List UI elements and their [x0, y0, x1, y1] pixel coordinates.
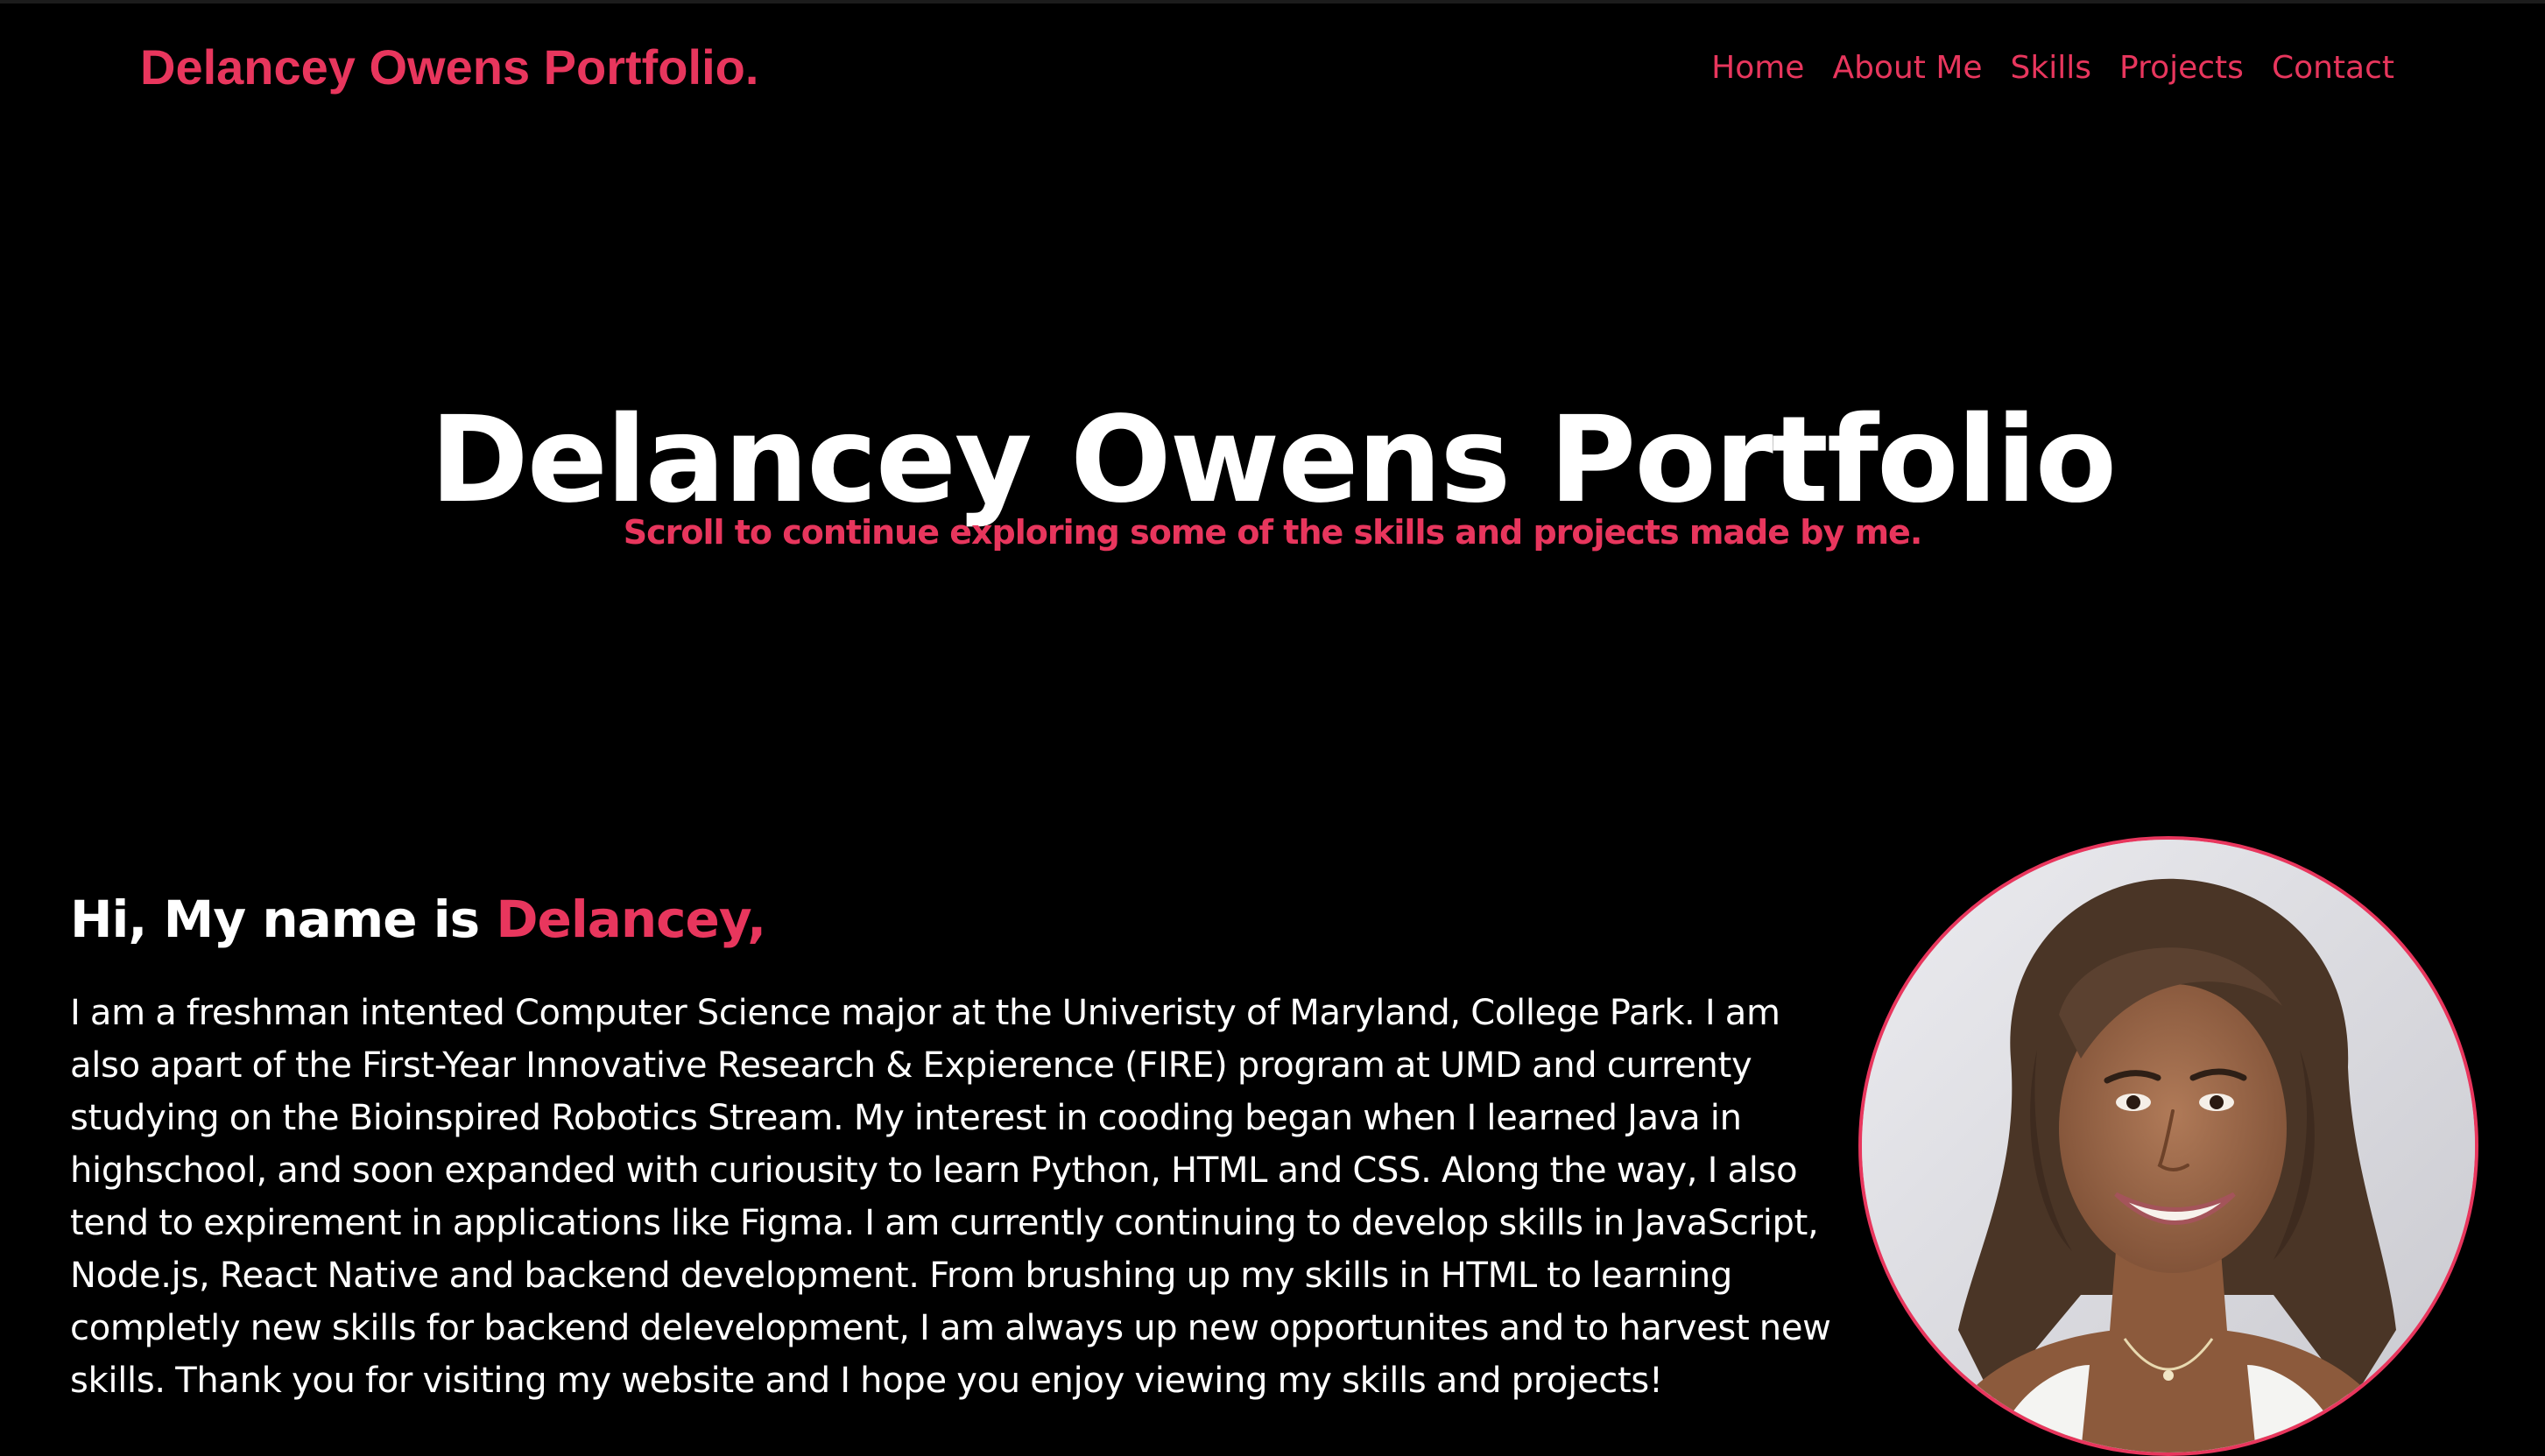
- nav-links: Home About Me Skills Projects Contact: [1711, 46, 2394, 91]
- about-paragraph-line: also apart of the First-Year Innovative …: [70, 1045, 1752, 1086]
- profile-photo: [1858, 836, 2478, 1456]
- profile-portrait-illustration: [1862, 840, 2475, 1452]
- about-paragraph-line: Node.js, React Native and backend develo…: [70, 1256, 1733, 1296]
- about-paragraph-line: studying on the Bioinspired Robotics Str…: [70, 1098, 1742, 1138]
- about-paragraph-line: skills. Thank you for visiting my websit…: [70, 1361, 1663, 1401]
- navbar: Delancey Owens Portfolio. Home About Me …: [0, 0, 2545, 140]
- about-paragraph: I am a freshman intented Computer Scienc…: [70, 987, 1874, 1407]
- about-paragraph-line: completly new skills for backend delevel…: [70, 1308, 1831, 1348]
- nav-link-contact[interactable]: Contact: [2272, 46, 2394, 91]
- about-paragraph-line: tend to expirement in applications like …: [70, 1203, 1819, 1243]
- nav-link-projects[interactable]: Projects: [2119, 46, 2244, 91]
- about-greeting: Hi, My name is: [70, 890, 497, 949]
- about-heading: Hi, My name is Delancey,: [70, 880, 1874, 959]
- about-section: Hi, My name is Delancey, I am a freshman…: [70, 880, 1874, 1407]
- hero-subtitle: Scroll to continue exploring some of the…: [623, 513, 1923, 552]
- nav-link-home[interactable]: Home: [1711, 46, 1804, 91]
- about-paragraph-line: I am a freshman intented Computer Scienc…: [70, 993, 1780, 1033]
- about-paragraph-line: highschool, and soon expanded with curio…: [70, 1150, 1798, 1191]
- nav-link-skills[interactable]: Skills: [2011, 46, 2091, 91]
- about-name: Delancey,: [496, 890, 766, 949]
- nav-link-about-me[interactable]: About Me: [1832, 46, 1982, 91]
- brand-logo-text[interactable]: Delancey Owens Portfolio.: [140, 37, 758, 98]
